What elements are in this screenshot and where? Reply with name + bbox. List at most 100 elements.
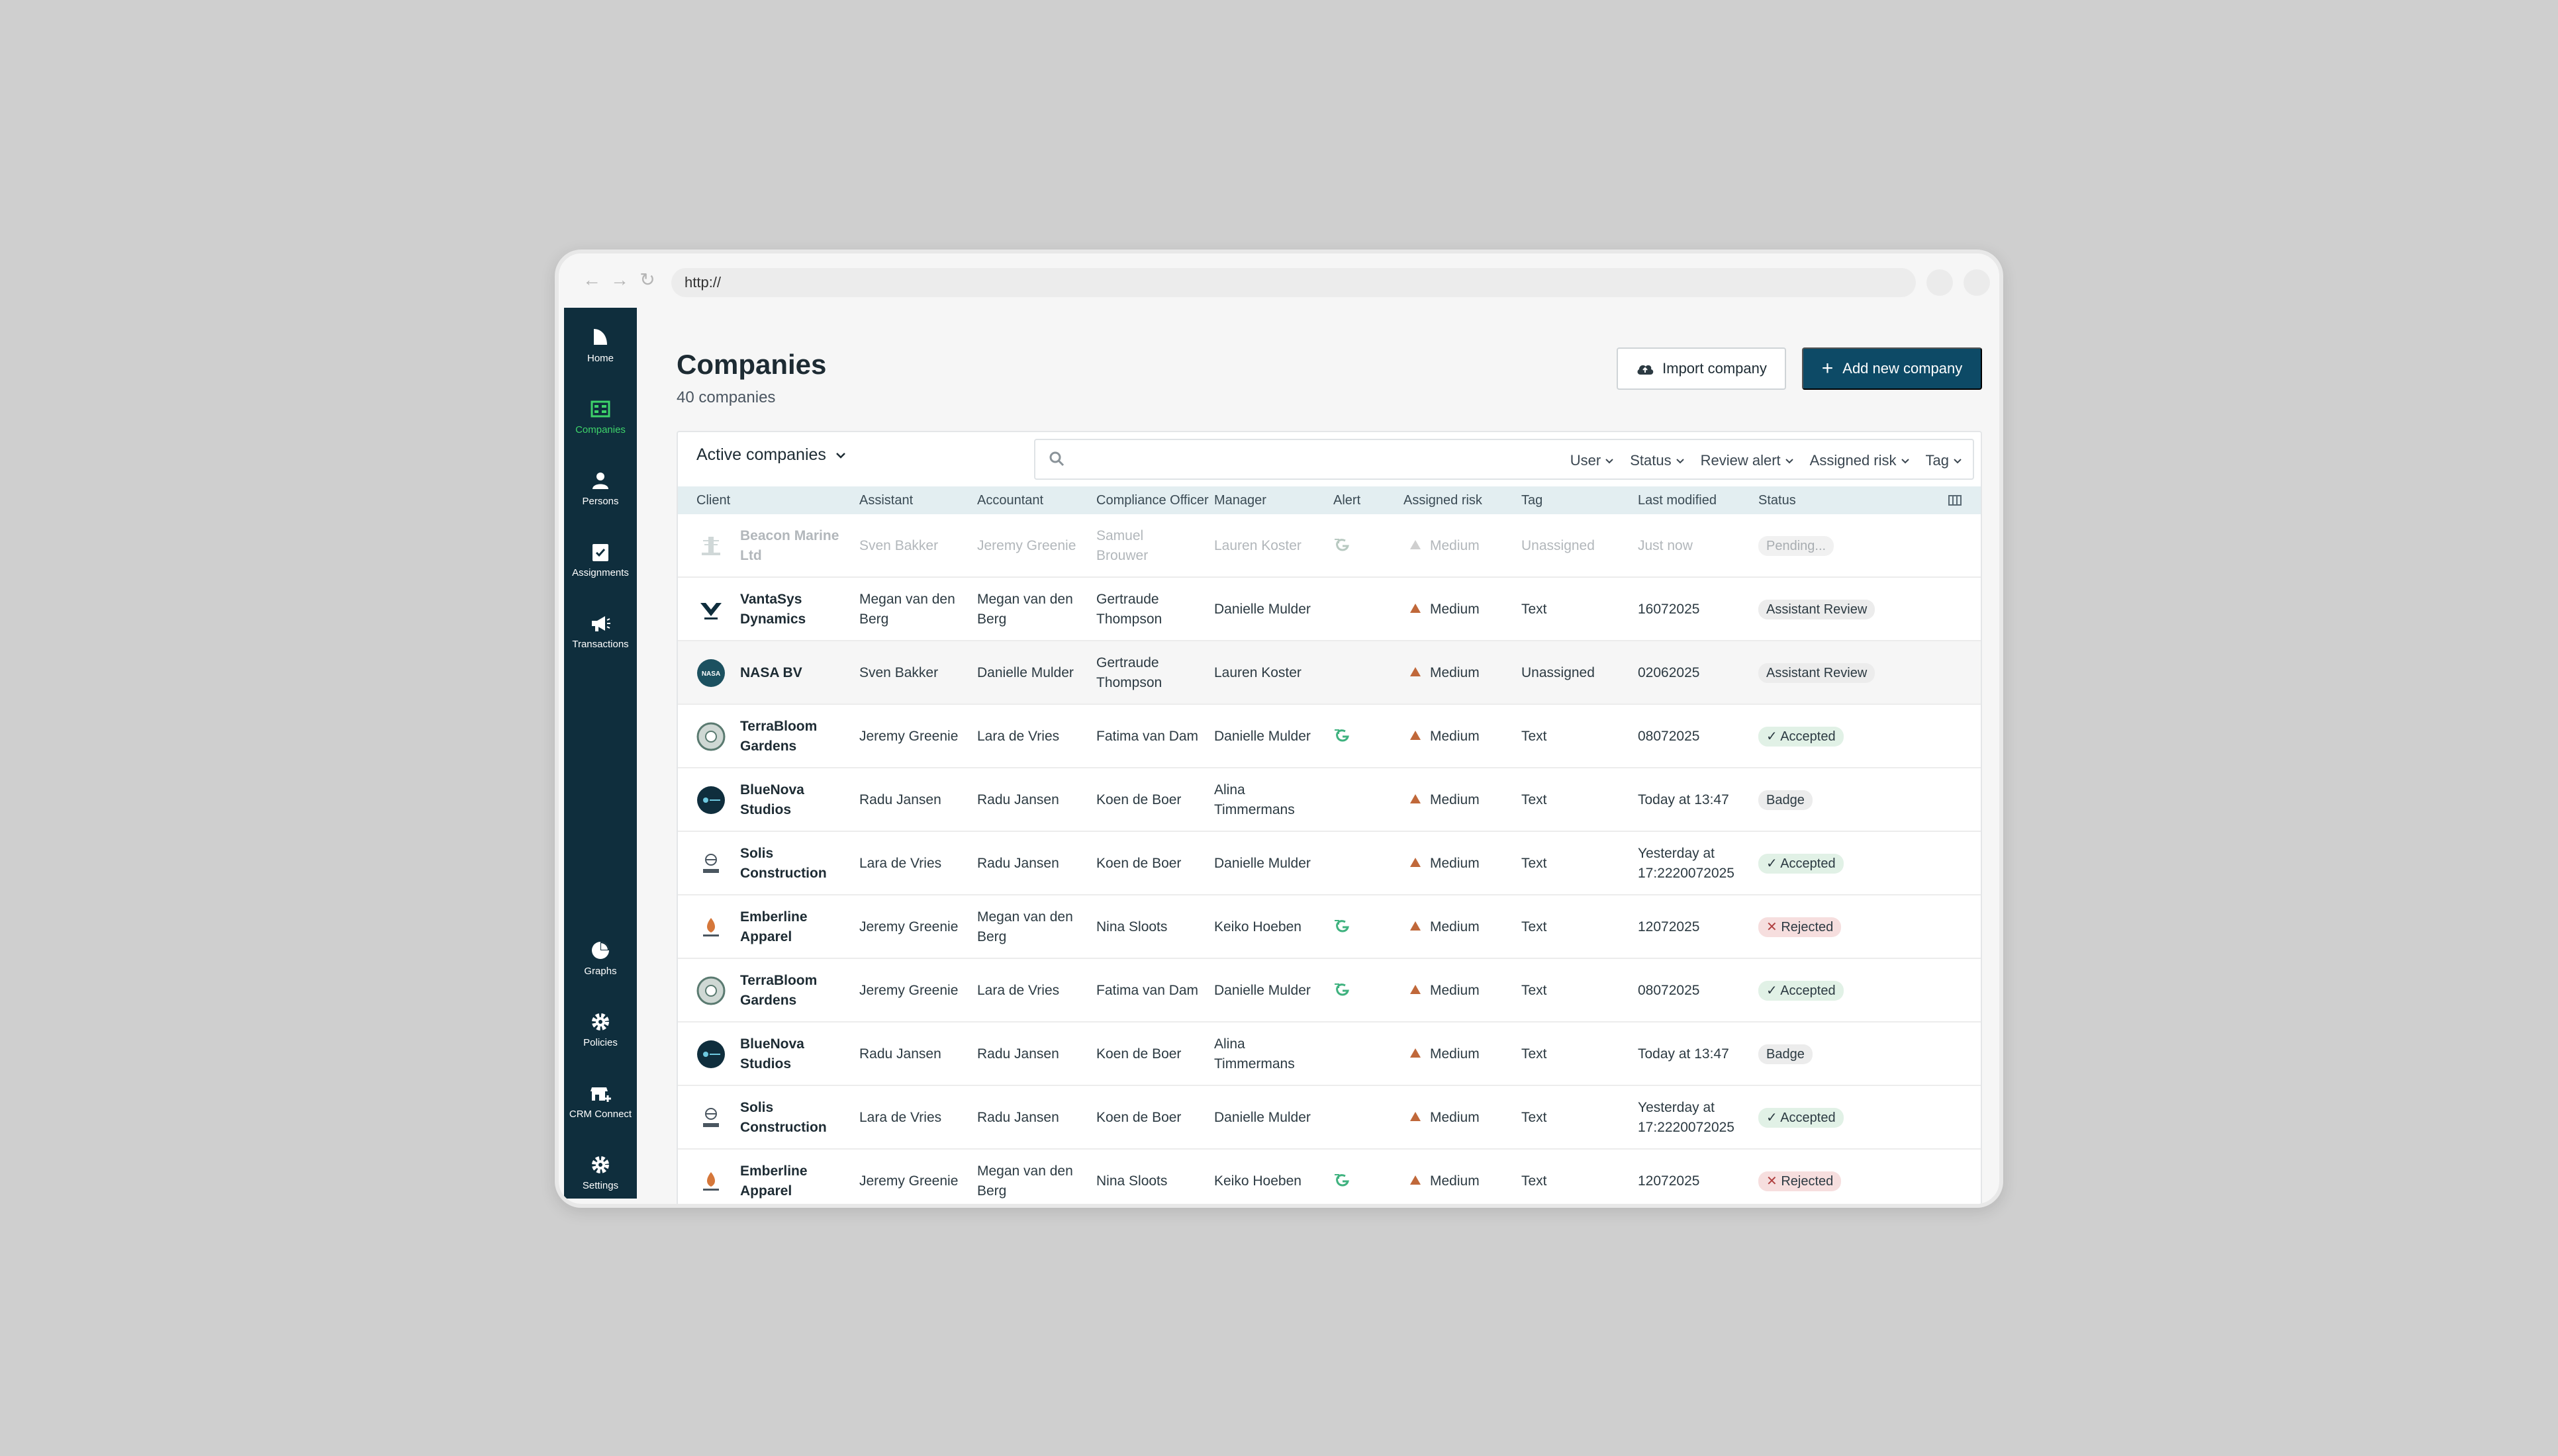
assistant-cell: Jeremy Greenie (859, 729, 959, 744)
chevron-down-icon (1605, 458, 1613, 463)
chevron-down-icon (1785, 458, 1793, 463)
table-row[interactable]: VantaSys Dynamics Megan van den Berg Megan v… (678, 578, 1981, 641)
sidebar-item-policies[interactable]: Policies (564, 1001, 637, 1061)
close-icon: ✕ (1766, 1174, 1781, 1189)
manager-cell: Keiko Hoeben (1214, 1173, 1302, 1189)
sidebar-item-assignments[interactable]: Assignments (564, 531, 637, 591)
status-badge: Assistant Review (1758, 600, 1875, 619)
column-header-manager[interactable]: Manager (1214, 493, 1266, 508)
reload-icon[interactable]: ↻ (634, 267, 661, 293)
sidebar-item-persons[interactable]: Persons (564, 460, 637, 520)
compliance-officer-cell: Fatima van Dam (1096, 729, 1199, 744)
column-header-alert[interactable]: Alert (1333, 493, 1360, 508)
status-badge: Pending... (1758, 536, 1834, 556)
company-logo (697, 1040, 725, 1068)
filter-assigned-risk[interactable]: Assigned risk (1810, 452, 1910, 469)
add-new-company-button[interactable]: + Add new company (1802, 347, 1982, 390)
tag-cell: Text (1521, 983, 1547, 998)
column-header-compliance-officer[interactable]: Compliance Officer (1096, 493, 1209, 508)
profile-icon[interactable] (1964, 269, 1990, 296)
table-row[interactable]: NASA NASA BV Sven Bakker Danielle Mulder Ger… (678, 641, 1981, 705)
table-row[interactable]: Beacon Marine Ltd Sven Bakker Jeremy Greeni… (678, 514, 1981, 578)
sidebar-item-settings[interactable]: Settings (564, 1144, 637, 1204)
table-row[interactable]: BlueNova Studios Radu Jansen Radu Jansen Koe… (678, 768, 1981, 832)
status-badge: ✕ Rejected (1758, 1171, 1842, 1191)
accountant-cell: Lara de Vries (977, 729, 1060, 744)
forward-icon[interactable]: → (606, 267, 633, 293)
search-input[interactable]: User Status Review alert Assigned risk Tag (1034, 439, 1974, 480)
table-row[interactable]: BlueNova Studios Radu Jansen Radu Jansen Koe… (678, 1023, 1981, 1086)
client-name: BlueNova Studios (740, 1036, 804, 1071)
column-header-assistant[interactable]: Assistant (859, 493, 913, 508)
filter-user[interactable]: User (1570, 452, 1614, 469)
sidebar-item-transactions[interactable]: Transactions (564, 603, 637, 662)
review-alert-icon[interactable] (1333, 1172, 1352, 1189)
review-alert-icon[interactable] (1333, 537, 1352, 554)
page-title: Companies (677, 349, 827, 380)
last-modified-cell: 16072025 (1638, 602, 1700, 617)
assigned-risk-cell: Medium (1410, 790, 1480, 810)
assistant-cell: Lara de Vries (859, 1110, 942, 1125)
table-row[interactable]: Emberline Apparel Jeremy Greenie Megan van … (678, 895, 1981, 959)
review-alert-icon[interactable] (1333, 918, 1352, 935)
assigned-risk-cell: Medium (1410, 854, 1480, 874)
check-icon: ✓ (1766, 729, 1781, 744)
accountant-cell: Megan van den Berg (977, 1163, 1073, 1199)
company-logo (703, 1108, 719, 1127)
client-name: Beacon Marine Ltd (740, 528, 839, 563)
review-alert-icon[interactable] (1333, 981, 1352, 999)
client-name: NASA BV (740, 665, 802, 680)
last-modified-cell: 08072025 (1638, 983, 1700, 998)
tag-cell: Text (1521, 1046, 1547, 1062)
sidebar-item-crm-connect[interactable]: CRM Connect (564, 1073, 637, 1132)
column-header-accountant[interactable]: Accountant (977, 493, 1043, 508)
assistant-cell: Sven Bakker (859, 665, 939, 680)
column-header-tag[interactable]: Tag (1521, 493, 1542, 508)
gear-icon (592, 1156, 609, 1173)
chevron-down-icon (1676, 458, 1684, 463)
manager-cell: Lauren Koster (1214, 538, 1302, 553)
column-header-assigned-risk[interactable]: Assigned risk (1403, 493, 1482, 508)
check-icon: ✓ (1766, 983, 1781, 998)
table-row[interactable]: Solis Construction Lara de Vries Radu Janse… (678, 1086, 1981, 1150)
tag-cell: Text (1521, 792, 1547, 807)
columns-icon[interactable] (1948, 493, 1962, 508)
assigned-risk-cell: Medium (1410, 981, 1480, 1001)
compliance-officer-cell: Nina Sloots (1096, 1173, 1168, 1189)
browser-chrome: ← → ↻ http:// (559, 253, 1999, 308)
risk-triangle-icon (1410, 604, 1421, 613)
back-icon[interactable]: ← (579, 267, 605, 293)
check-icon: ✓ (1766, 1111, 1781, 1125)
sidebar-item-companies[interactable]: Companies (564, 388, 637, 448)
table-row[interactable]: TerraBloom Gardens Jeremy Greenie Lara de V… (678, 705, 1981, 768)
filter-status[interactable]: Status (1630, 452, 1684, 469)
company-logo (702, 537, 720, 555)
table-row[interactable]: Solis Construction Lara de Vries Radu Janse… (678, 832, 1981, 895)
sidebar-item-home[interactable]: Home (564, 317, 637, 377)
gear-icon (592, 1013, 609, 1030)
column-header-last-modified[interactable]: Last modified (1638, 493, 1717, 508)
company-logo: NASA (697, 659, 725, 687)
assignments-icon (592, 544, 608, 561)
active-companies-dropdown[interactable]: Active companies (696, 445, 846, 465)
filter-tag[interactable]: Tag (1926, 452, 1962, 469)
accountant-cell: Radu Jansen (977, 1046, 1059, 1062)
column-header-client[interactable]: Client (696, 493, 730, 508)
accountant-cell: Lara de Vries (977, 983, 1060, 998)
column-header-status[interactable]: Status (1758, 493, 1796, 508)
table-row[interactable]: TerraBloom Gardens Jeremy Greenie Lara de V… (678, 959, 1981, 1023)
sidebar-item-graphs[interactable]: Graphs (564, 930, 637, 989)
import-company-button[interactable]: Import company (1617, 347, 1786, 390)
extension-icon[interactable] (1926, 269, 1953, 296)
risk-triangle-icon (1410, 667, 1421, 676)
review-alert-icon[interactable] (1333, 727, 1352, 745)
assigned-risk-cell: Medium (1410, 663, 1480, 683)
manager-cell: Alina Timmermans (1214, 1036, 1295, 1071)
assistant-cell: Jeremy Greenie (859, 1173, 959, 1189)
assistant-cell: Megan van den Berg (859, 592, 955, 627)
accountant-cell: Danielle Mulder (977, 665, 1074, 680)
filter-review-alert[interactable]: Review alert (1701, 452, 1794, 469)
url-bar[interactable]: http:// (671, 268, 1916, 297)
table-row[interactable]: Emberline Apparel Jeremy Greenie Megan van … (678, 1150, 1981, 1204)
risk-triangle-icon (1410, 858, 1421, 867)
